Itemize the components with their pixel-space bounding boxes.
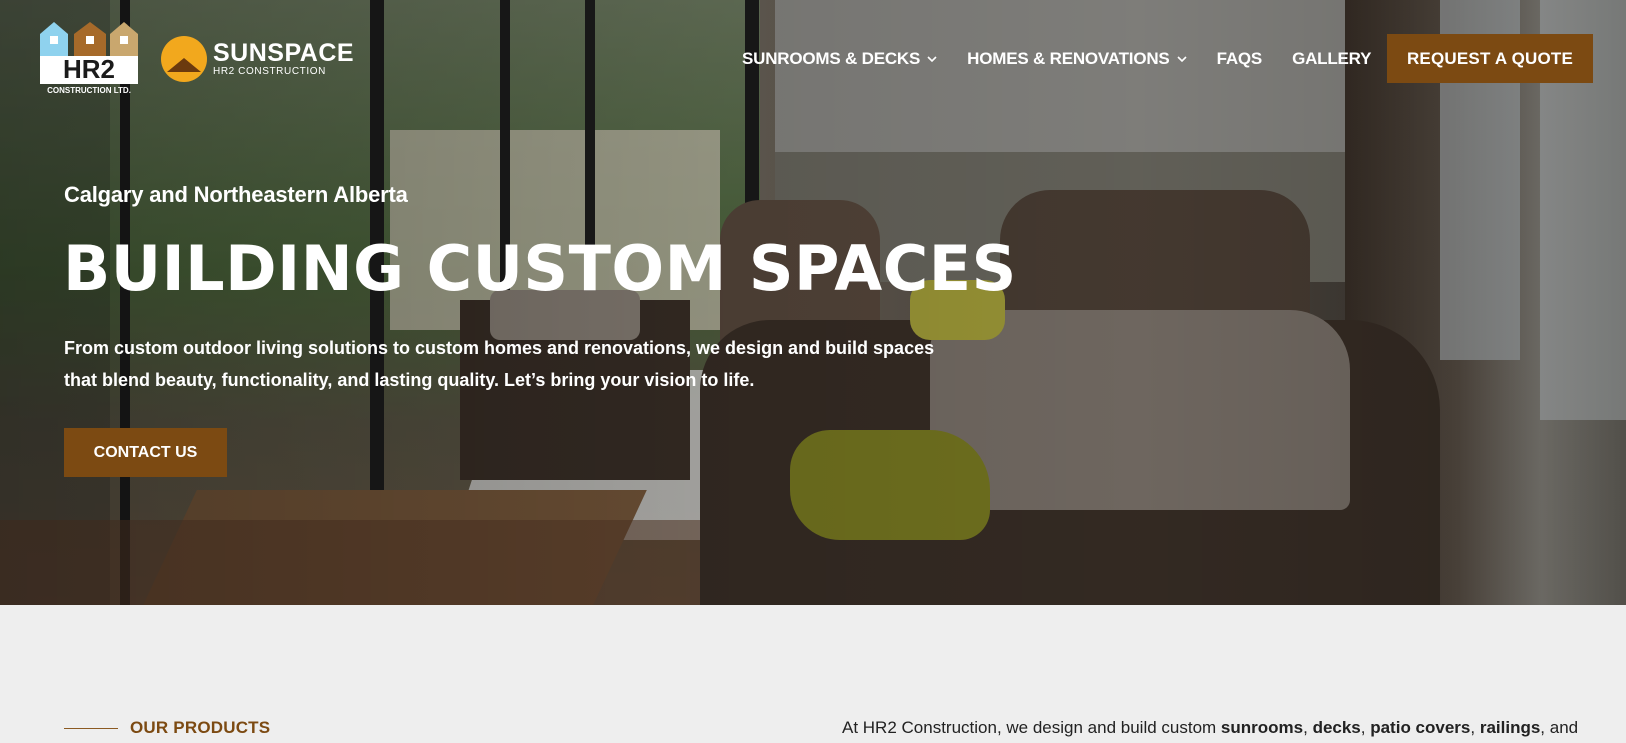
request-quote-button[interactable]: REQUEST A QUOTE bbox=[1387, 34, 1593, 83]
hero-lede: From custom outdoor living solutions to … bbox=[64, 338, 935, 390]
intro-suffix: , and bbox=[1540, 718, 1579, 737]
intro-prefix: At HR2 Construction, we design and build… bbox=[842, 718, 1221, 737]
sun-icon bbox=[161, 36, 207, 82]
sunspace-brand-text: SUNSPACE bbox=[213, 38, 355, 67]
nav-label: HOMES & RENOVATIONS bbox=[967, 49, 1170, 68]
hr2-logo-icon: HR2 CONSTRUCTION LTD. bbox=[40, 22, 138, 95]
contact-us-button[interactable]: CONTACT US bbox=[64, 428, 227, 477]
sunspace-logo[interactable]: SUNSPACE HR2 CONSTRUCTION bbox=[161, 36, 355, 82]
nav-item-homes-renovations[interactable]: HOMES & RENOVATIONS bbox=[967, 49, 1187, 69]
site-header: HR2 CONSTRUCTION LTD. SUNSPACE HR2 CONST… bbox=[0, 0, 1626, 120]
svg-text:HR2: HR2 bbox=[63, 54, 115, 84]
svg-text:CONSTRUCTION LTD.: CONSTRUCTION LTD. bbox=[47, 86, 131, 95]
intro-item-railings: railings bbox=[1479, 718, 1541, 737]
nav-item-faqs[interactable]: FAQS bbox=[1217, 49, 1263, 69]
nav-item-gallery[interactable]: GALLERY bbox=[1292, 49, 1371, 69]
intro-item-patio-covers: patio covers bbox=[1370, 718, 1471, 737]
hero-region: Calgary and Northeastern Alberta bbox=[64, 182, 408, 207]
hero-section: HR2 CONSTRUCTION LTD. SUNSPACE HR2 CONST… bbox=[0, 0, 1626, 605]
nav-item-sunrooms-decks[interactable]: SUNROOMS & DECKS bbox=[742, 49, 937, 69]
intro-item-sunrooms: sunrooms bbox=[1220, 718, 1304, 737]
nav-label: GALLERY bbox=[1292, 49, 1372, 68]
nav-label: FAQS bbox=[1216, 49, 1263, 68]
products-section-label: OUR PRODUCTS bbox=[64, 718, 270, 738]
intro-item-decks: decks bbox=[1312, 718, 1361, 737]
products-label-text: OUR PRODUCTS bbox=[130, 718, 271, 737]
sunspace-sub-text: HR2 CONSTRUCTION bbox=[213, 65, 326, 77]
hr2-logo[interactable]: HR2 CONSTRUCTION LTD. bbox=[38, 20, 140, 96]
nav-label: SUNROOMS & DECKS bbox=[742, 49, 921, 68]
hero-headline: BUILDING CUSTOM SPACES bbox=[63, 232, 1017, 305]
main-nav: SUNROOMS & DECKS HOMES & RENOVATIONS FAQ… bbox=[742, 46, 1401, 72]
chevron-down-icon bbox=[1177, 56, 1187, 63]
products-intro: At HR2 Construction, we design and build… bbox=[842, 718, 1579, 737]
label-divider bbox=[64, 727, 118, 729]
chevron-down-icon bbox=[927, 56, 937, 63]
